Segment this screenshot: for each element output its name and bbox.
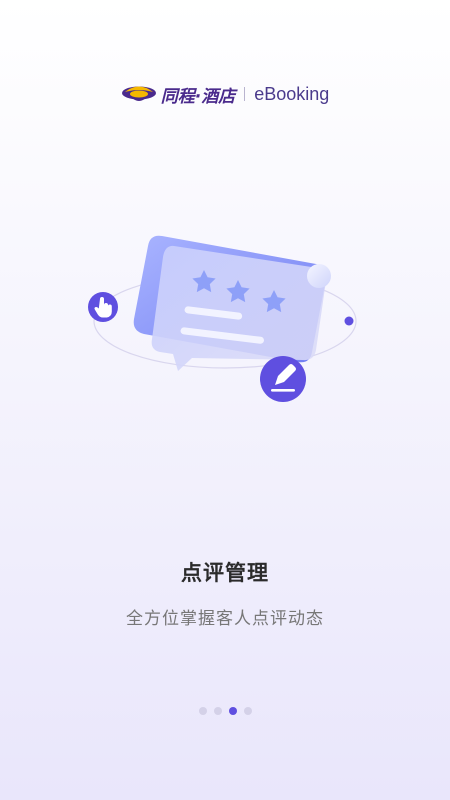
page-dot-4[interactable] <box>243 707 252 715</box>
feature-subtitle: 全方位掌握客人点评动态 <box>126 609 324 629</box>
onboarding-screen[interactable]: 同程·酒店 eBooking 点评管理 全方位掌握客人点评动态 <box>0 0 450 800</box>
brand-header: 同程·酒店 eBooking <box>0 79 450 109</box>
page-dot-1[interactable] <box>198 707 207 715</box>
brand-name: 同程·酒店 <box>160 86 236 107</box>
tongcheng-hotel-logo-icon <box>121 86 156 101</box>
bubble-decoration <box>307 264 331 288</box>
page-dot-2[interactable] <box>213 707 222 715</box>
orbit-dot <box>344 316 354 326</box>
brand-divider <box>244 87 246 101</box>
brand-product-name: eBooking <box>254 83 330 104</box>
feature-title: 点评管理 <box>181 561 269 585</box>
page-indicator <box>0 706 450 716</box>
review-illustration <box>88 235 357 402</box>
page-dot-3-active[interactable] <box>228 707 237 715</box>
